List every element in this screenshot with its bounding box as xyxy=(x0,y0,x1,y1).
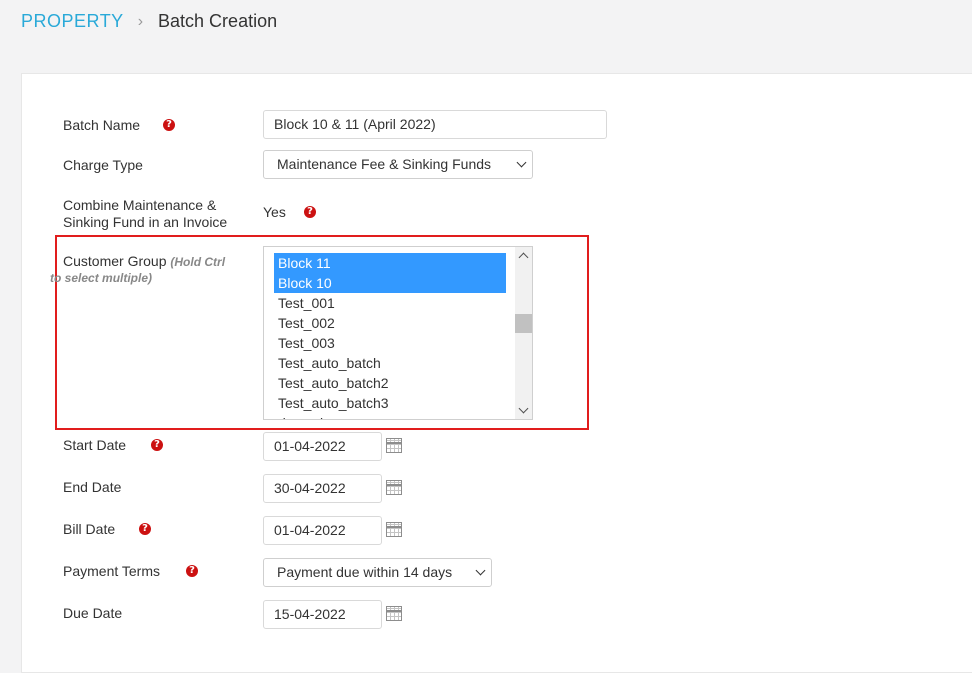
customer-group-hint: (Hold Ctrl xyxy=(170,255,226,269)
bill-date-help-icon[interactable]: ? xyxy=(139,523,151,535)
bill-date-input[interactable]: 01-04-2022 xyxy=(263,516,382,545)
customer-group-hint-line2: to select multiple) xyxy=(50,271,153,285)
combine-value: Yes xyxy=(263,204,286,220)
start-date-help-icon[interactable]: ? xyxy=(151,439,163,451)
customer-group-option[interactable]: Block 11 xyxy=(274,253,506,273)
page-title: Batch Creation xyxy=(158,11,278,31)
breadcrumb: PROPERTY › Batch Creation xyxy=(21,11,277,32)
customer-group-option[interactable]: Test_auto_batch xyxy=(274,353,506,373)
payment-terms-help-icon[interactable]: ? xyxy=(186,565,198,577)
scroll-down-icon[interactable] xyxy=(518,403,529,414)
scrollbar-thumb[interactable] xyxy=(515,314,532,333)
start-date-calendar-icon[interactable] xyxy=(386,438,402,453)
batch-name-help-icon[interactable]: ? xyxy=(163,119,175,131)
charge-type-select[interactable]: Maintenance Fee & Sinking Funds xyxy=(263,150,533,179)
customer-group-option[interactable]: Test_002 xyxy=(274,313,506,333)
listbox-scrollbar[interactable] xyxy=(515,247,532,419)
customer-group-listbox[interactable]: Block 11 Block 10 Test_001 Test_002 Test_003… xyxy=(263,246,533,420)
customer-group-option[interactable]: Test_auto_batch3 xyxy=(274,393,506,413)
charge-type-value: Maintenance Fee & Sinking Funds xyxy=(277,156,492,172)
chevron-down-icon xyxy=(516,157,527,168)
scroll-up-icon[interactable] xyxy=(518,252,529,263)
end-date-label: End Date xyxy=(63,479,122,495)
combine-label: Combine Maintenance & Sinking Fund in an… xyxy=(63,197,228,230)
batch-name-label: Batch Name xyxy=(63,117,141,133)
start-date-label: Start Date xyxy=(63,437,127,453)
customer-group-option[interactable]: Test_auto_batch2 xyxy=(274,373,506,393)
customer-group-option[interactable]: damasks xyxy=(274,413,506,419)
combine-help-icon[interactable]: ? xyxy=(304,206,316,218)
customer-group-option[interactable]: Test_003 xyxy=(274,333,506,353)
charge-type-label: Charge Type xyxy=(63,157,143,173)
bill-date-label: Bill Date xyxy=(63,521,116,537)
customer-group-option[interactable]: Test_001 xyxy=(274,293,506,313)
customer-group-options: Block 11 Block 10 Test_001 Test_002 Test_003… xyxy=(274,253,506,419)
batch-name-input[interactable]: Block 10 & 11 (April 2022) xyxy=(263,110,607,139)
payment-terms-value: Payment due within 14 days xyxy=(277,564,453,580)
breadcrumb-separator-icon: › xyxy=(137,12,144,30)
due-date-calendar-icon[interactable] xyxy=(386,606,402,621)
due-date-input[interactable]: 15-04-2022 xyxy=(263,600,382,629)
payment-terms-select[interactable]: Payment due within 14 days xyxy=(263,558,492,587)
customer-group-label: Customer Group (Hold Ctrl to select mult… xyxy=(50,253,226,285)
start-date-input[interactable]: 01-04-2022 xyxy=(263,432,382,461)
bill-date-calendar-icon[interactable] xyxy=(386,522,402,537)
customer-group-option[interactable]: Block 10 xyxy=(274,273,506,293)
end-date-calendar-icon[interactable] xyxy=(386,480,402,495)
breadcrumb-property-link[interactable]: PROPERTY xyxy=(21,11,124,32)
end-date-input[interactable]: 30-04-2022 xyxy=(263,474,382,503)
payment-terms-label: Payment Terms xyxy=(63,563,160,579)
chevron-down-icon xyxy=(475,565,486,576)
due-date-label: Due Date xyxy=(63,605,123,621)
